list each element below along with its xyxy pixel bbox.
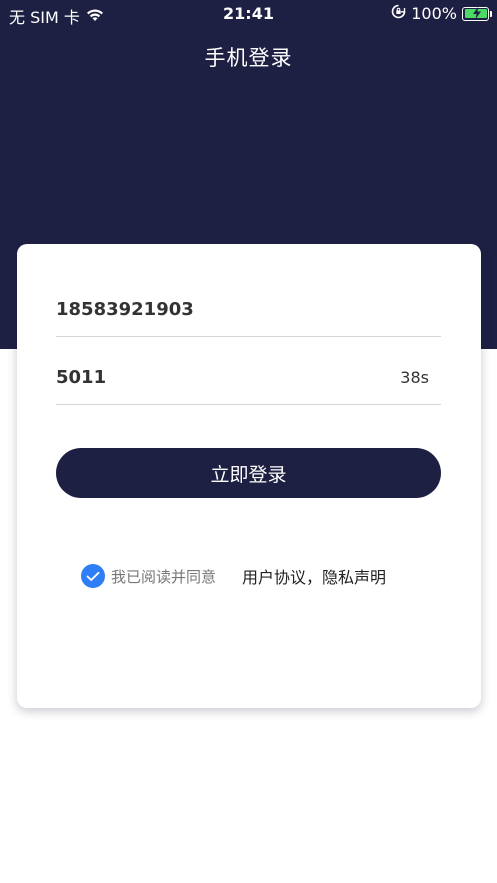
phone-input-value[interactable]: 18583921903 — [56, 299, 194, 320]
status-bar: 无 SIM 卡 21:41 100% — [0, 0, 497, 30]
battery-icon — [462, 6, 492, 21]
agreement-checkbox[interactable] — [81, 564, 105, 588]
orientation-lock-icon — [391, 4, 406, 23]
agreement-row: 我已阅读并同意 用户协议，隐私声明 — [81, 563, 386, 589]
battery-percent: 100% — [411, 4, 457, 23]
agreement-prefix: 我已阅读并同意 — [111, 567, 217, 586]
page-title: 手机登录 — [204, 46, 293, 70]
code-input-value[interactable]: 5011 — [56, 367, 106, 388]
agreement-links[interactable]: 用户协议，隐私声明 — [242, 564, 386, 588]
phone-field[interactable]: 18583921903 — [56, 289, 441, 337]
resend-countdown: 38s — [400, 368, 429, 387]
login-card: 18583921903 5011 38s 立即登录 我已阅读并同意 用户协议，隐… — [17, 244, 481, 708]
status-right: 100% — [391, 4, 492, 23]
login-button[interactable]: 立即登录 — [56, 448, 441, 498]
code-field[interactable]: 5011 38s — [56, 357, 441, 405]
checkmark-icon — [86, 571, 100, 581]
